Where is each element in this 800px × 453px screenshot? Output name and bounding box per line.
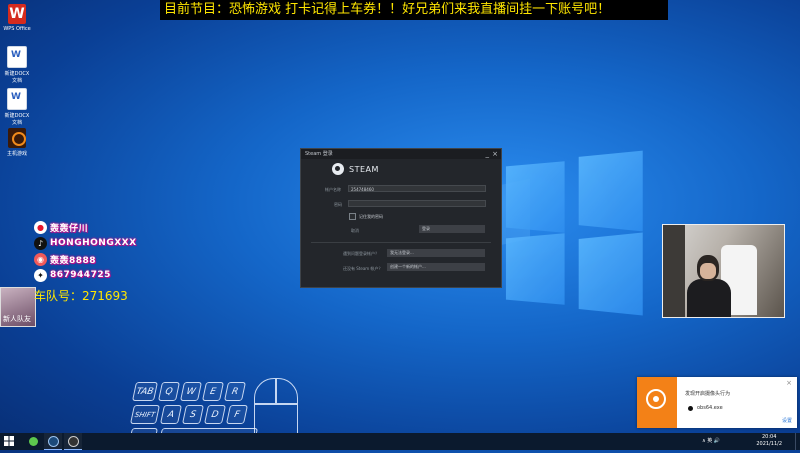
word-document-icon [7, 88, 27, 110]
social-handle: HONGHONGXXX [50, 238, 137, 248]
social-handle: 867944725 [50, 270, 111, 280]
clock-date: 2021/11/2 [756, 441, 782, 447]
desktop-icon-label: 主机游戏 [6, 151, 27, 157]
windows-logo-pane [578, 232, 643, 316]
key-f: F [225, 405, 249, 424]
wps-office-icon: W [8, 4, 26, 24]
mouse-button-split [275, 379, 277, 403]
desktop-icon-doc1[interactable]: 新建DOCX 文档 [2, 46, 32, 84]
mouse-button-base [255, 403, 297, 405]
help-question: 遇到问题登录帐户？ [343, 251, 379, 256]
key-w: W [179, 382, 203, 401]
minimize-button[interactable]: _ [486, 149, 490, 159]
clock-time: 20:04 [761, 434, 777, 440]
webcam-icon [646, 389, 666, 409]
windows-logo-pane [578, 150, 643, 232]
stream-ticker: 目前节目：恐怖游戏 打卡记得上车券！！好兄弟们来我直播间挂一下账号吧！ [160, 0, 668, 20]
notification-accent [637, 377, 677, 428]
steam-login-dialog: Steam 登录 _ × STEAM 帐户名称 254748460 密码 记住我… [300, 148, 502, 288]
divider [311, 242, 491, 243]
webcam-shadow [663, 225, 685, 317]
windows-logo-pane [505, 233, 565, 305]
streamer-face [700, 263, 716, 279]
show-desktop-button[interactable] [795, 433, 800, 450]
team-thumb-label: 新人队友 [3, 315, 31, 323]
qq-icon: ✦ [34, 268, 47, 282]
team-number: 车队号：271693 [34, 289, 128, 303]
remember-label: 记住我的密码 [359, 214, 383, 219]
account-label: 帐户名称 [325, 187, 341, 192]
key-tab: TAB [131, 382, 159, 401]
taskbar-app-steam[interactable] [44, 433, 62, 450]
create-account-button[interactable]: 创建一个新的帐户... [387, 263, 485, 271]
desktop-icon-game[interactable]: 主机游戏 [2, 128, 32, 157]
steam-logo: STEAM [332, 163, 379, 175]
desktop-icon-label: 新建DOCX 文档 [4, 71, 30, 84]
key-d: D [203, 405, 227, 424]
key-r: R [223, 382, 247, 401]
social-list: ● 轰轰仔川 ♪ HONGHONGXXX ◉ 轰轰8888 ✦ 86794472… [34, 219, 137, 283]
notification-settings-link[interactable]: 设置 [782, 417, 792, 424]
close-button[interactable]: × [492, 149, 498, 159]
key-q: Q [157, 382, 181, 401]
ticker-text: 目前节目：恐怖游戏 打卡记得上车券！！好兄弟们来我直播间挂一下账号吧！ [164, 2, 611, 17]
remember-checkbox[interactable] [349, 213, 356, 220]
app-icon: ◉ [34, 252, 47, 266]
taskbar-app-obs[interactable] [64, 433, 82, 450]
windows-logo [500, 150, 650, 320]
taskbar-clock[interactable]: 20:04 2021/11/2 [756, 434, 782, 448]
notification-app-name: obs64.exe [697, 405, 723, 411]
game-app-icon [8, 128, 26, 148]
social-handle: 轰轰8888 [50, 255, 97, 266]
password-field[interactable] [348, 200, 486, 207]
green-app-icon [28, 437, 38, 446]
obs-icon [688, 406, 693, 411]
create-question: 还没有 Steam 帐户？ [343, 266, 383, 271]
desktop-icon-doc2[interactable]: 新建DOCX 文档 [2, 88, 32, 126]
webcam-feed [662, 224, 785, 318]
steam-logo-icon [332, 163, 344, 175]
social-row-app: ◉ 轰轰8888 [34, 251, 137, 267]
team-thumbnail: 新人队友 [0, 287, 36, 327]
desktop-icon-label: WPS Office [3, 26, 31, 32]
douyin-icon: ♪ [34, 236, 47, 250]
weibo-icon: ● [34, 220, 47, 234]
windows-start-icon [4, 436, 14, 446]
steam-icon [47, 436, 59, 447]
cancel-link[interactable]: 取消 [351, 228, 359, 234]
social-row-qq: ✦ 867944725 [34, 267, 137, 283]
taskbar-app-browser[interactable] [24, 433, 42, 450]
camera-notification[interactable]: 发现开启摄像头行为 × obs64.exe 设置 [637, 377, 797, 428]
desktop-icon-wps[interactable]: W WPS Office [2, 4, 32, 32]
social-handle: 轰轰仔川 [50, 223, 89, 234]
key-a: A [159, 405, 183, 424]
system-tray[interactable]: ∧ 英 🔊 [702, 433, 720, 450]
steam-brand: STEAM [349, 164, 379, 174]
streamer-body [687, 279, 731, 317]
taskbar: ∧ 英 🔊 20:04 2021/11/2 [0, 433, 800, 450]
password-label: 密码 [334, 202, 342, 207]
desktop-icon-label: 新建DOCX 文档 [4, 113, 30, 126]
steam-window-title: Steam 登录 [305, 151, 333, 157]
cant-login-button[interactable]: 我无法登录... [387, 249, 485, 257]
key-s: S [181, 405, 205, 424]
key-e: E [201, 382, 225, 401]
start-button[interactable] [0, 433, 18, 450]
notification-close-button[interactable]: × [786, 379, 792, 387]
key-shift: SHIFT [129, 405, 161, 424]
windows-logo-pane [505, 161, 565, 233]
notification-title: 发现开启摄像头行为 [685, 391, 731, 397]
obs-taskbar-icon [67, 436, 79, 447]
word-document-icon [7, 46, 27, 68]
login-button[interactable]: 登录 [419, 225, 485, 233]
social-row-douyin: ♪ HONGHONGXXX [34, 235, 137, 251]
account-field[interactable]: 254748460 [348, 185, 486, 192]
social-row-weibo: ● 轰轰仔川 [34, 219, 137, 235]
steam-titlebar: Steam 登录 _ × [301, 149, 501, 159]
